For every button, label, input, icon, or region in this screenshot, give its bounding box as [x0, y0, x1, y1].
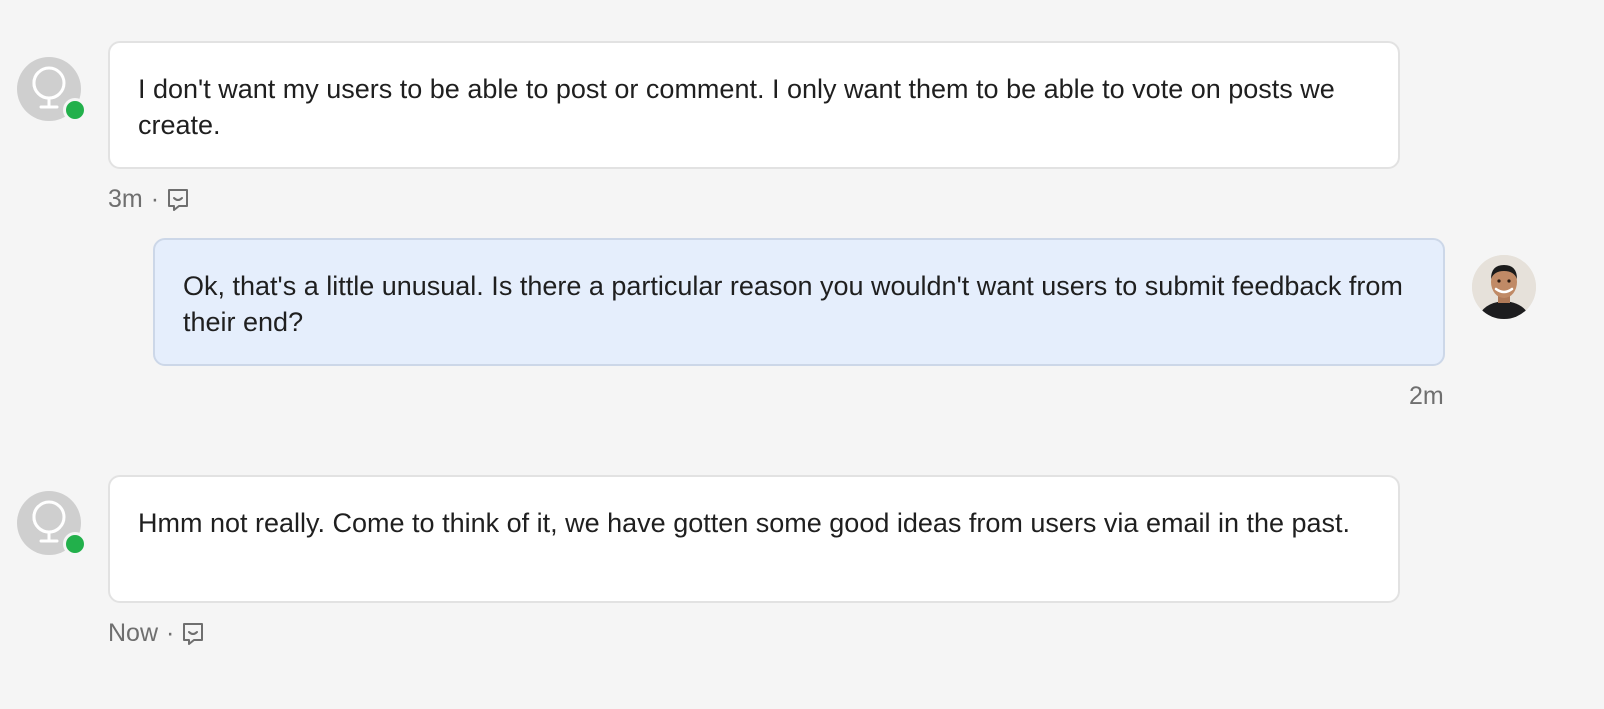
- agent-photo: [1472, 255, 1536, 319]
- message-timestamp: Now: [108, 619, 159, 647]
- feedback-icon[interactable]: [182, 622, 204, 646]
- online-status-indicator: [63, 98, 87, 122]
- agent-avatar[interactable]: [1472, 255, 1536, 319]
- customer-avatar[interactable]: [17, 491, 87, 556]
- message-text: Ok, that's a little unusual. Is there a …: [183, 271, 1403, 337]
- message-text: Hmm not really. Come to think of it, we …: [138, 508, 1351, 538]
- customer-avatar[interactable]: [17, 57, 87, 122]
- message-meta: Now ·: [108, 619, 204, 648]
- message-meta: 3m ·: [108, 185, 189, 214]
- message-timestamp: 2m: [1409, 382, 1444, 410]
- message-bubble-incoming: I don't want my users to be able to post…: [108, 41, 1400, 169]
- message-text: I don't want my users to be able to post…: [138, 74, 1335, 140]
- message-timestamp: 3m: [108, 185, 143, 213]
- message-bubble-incoming: Hmm not really. Come to think of it, we …: [108, 475, 1400, 603]
- meta-separator: ·: [166, 619, 175, 647]
- feedback-icon[interactable]: [167, 188, 189, 212]
- meta-separator: ·: [150, 185, 160, 213]
- message-meta: 2m: [1409, 382, 1444, 411]
- message-bubble-outgoing: Ok, that's a little unusual. Is there a …: [153, 238, 1445, 366]
- online-status-indicator: [63, 532, 87, 556]
